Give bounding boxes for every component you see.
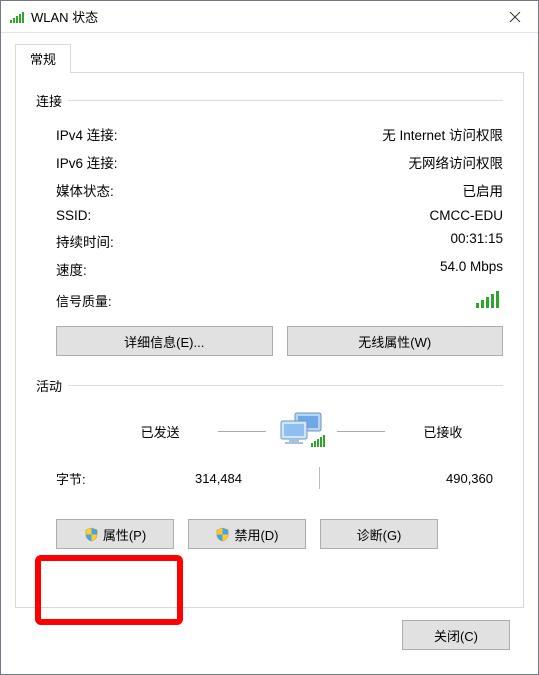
group-activity-header: 活动	[36, 376, 503, 395]
ipv6-label: IPv6 连接:	[56, 152, 118, 172]
tab-general[interactable]: 常规	[15, 44, 71, 73]
close-dialog-button-label: 关闭(C)	[434, 626, 478, 645]
signal-quality-label: 信号质量:	[56, 291, 112, 310]
shield-icon	[215, 527, 230, 542]
diagnose-button[interactable]: 诊断(G)	[320, 519, 438, 549]
disable-button-label: 禁用(D)	[234, 525, 278, 544]
duration-value: 00:31:15	[450, 231, 503, 251]
details-button[interactable]: 详细信息(E)...	[56, 326, 273, 356]
received-label: 已接收	[393, 422, 493, 441]
properties-button-label: 属性(P)	[103, 525, 146, 544]
bytes-sent-value: 314,484	[146, 471, 291, 486]
sent-label: 已发送	[110, 422, 210, 441]
close-button[interactable]	[492, 1, 538, 32]
network-computers-icon	[275, 411, 329, 451]
disable-button[interactable]: 禁用(D)	[188, 519, 306, 549]
bytes-received-value: 490,360	[348, 471, 493, 486]
client-area: 常规 连接 IPv4 连接: 无 Internet 访问权限 IPv6 连接: …	[1, 33, 538, 674]
close-icon	[509, 11, 521, 23]
close-dialog-button[interactable]: 关闭(C)	[402, 620, 510, 650]
media-state-label: 媒体状态:	[56, 180, 114, 200]
connection-label: 连接	[36, 91, 62, 110]
group-connection-header: 连接	[36, 91, 503, 110]
bytes-label: 字节:	[56, 469, 146, 488]
properties-button[interactable]: 属性(P)	[56, 519, 174, 549]
wlan-status-dialog: WLAN 状态 常规 连接 IPv4 连接: 无 Internet 访问权限	[0, 0, 539, 675]
wireless-properties-button[interactable]: 无线属性(W)	[287, 326, 504, 356]
media-state-value: 已启用	[463, 180, 504, 200]
ssid-value: CMCC-EDU	[430, 208, 504, 223]
diagnose-button-label: 诊断(G)	[357, 525, 402, 544]
speed-value: 54.0 Mbps	[440, 259, 503, 279]
ssid-label: SSID:	[56, 208, 91, 223]
window-title: WLAN 状态	[31, 7, 492, 26]
speed-label: 速度:	[56, 259, 87, 279]
activity-label: 活动	[36, 376, 62, 395]
wifi-signal-icon	[9, 9, 25, 25]
titlebar: WLAN 状态	[1, 1, 538, 33]
ipv4-label: IPv4 连接:	[56, 124, 118, 144]
tab-panel-general: 连接 IPv4 连接: 无 Internet 访问权限 IPv6 连接: 无网络…	[15, 72, 524, 608]
details-button-label: 详细信息(E)...	[124, 332, 204, 351]
shield-icon	[84, 527, 99, 542]
ipv6-value: 无网络访问权限	[409, 152, 504, 172]
ipv4-value: 无 Internet 访问权限	[382, 124, 503, 144]
signal-strength-icon	[475, 289, 503, 312]
wireless-properties-button-label: 无线属性(W)	[358, 332, 431, 351]
duration-label: 持续时间:	[56, 231, 114, 251]
